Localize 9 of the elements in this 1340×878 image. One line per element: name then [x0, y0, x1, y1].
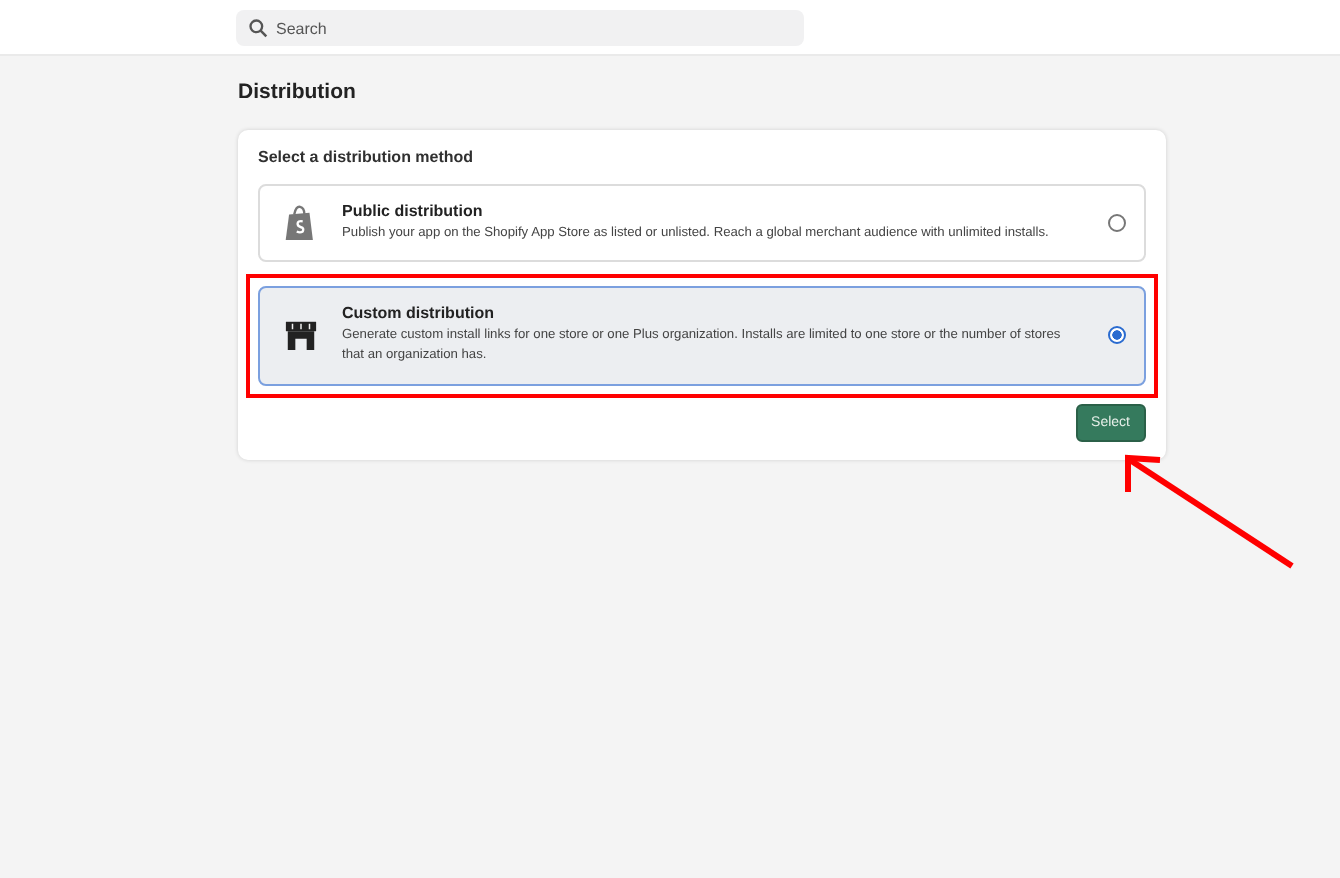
- shopping-bag-icon: [284, 204, 318, 243]
- storefront-icon: [284, 318, 318, 353]
- page-title: Distribution: [238, 80, 358, 104]
- radio-button[interactable]: [1108, 326, 1126, 345]
- card-title: Select a distribution method: [258, 148, 476, 166]
- option-title: Custom distribution: [342, 304, 496, 323]
- search-field[interactable]: Search: [236, 10, 804, 46]
- option-title: Public distribution: [342, 202, 485, 220]
- radio-button[interactable]: [1108, 214, 1126, 233]
